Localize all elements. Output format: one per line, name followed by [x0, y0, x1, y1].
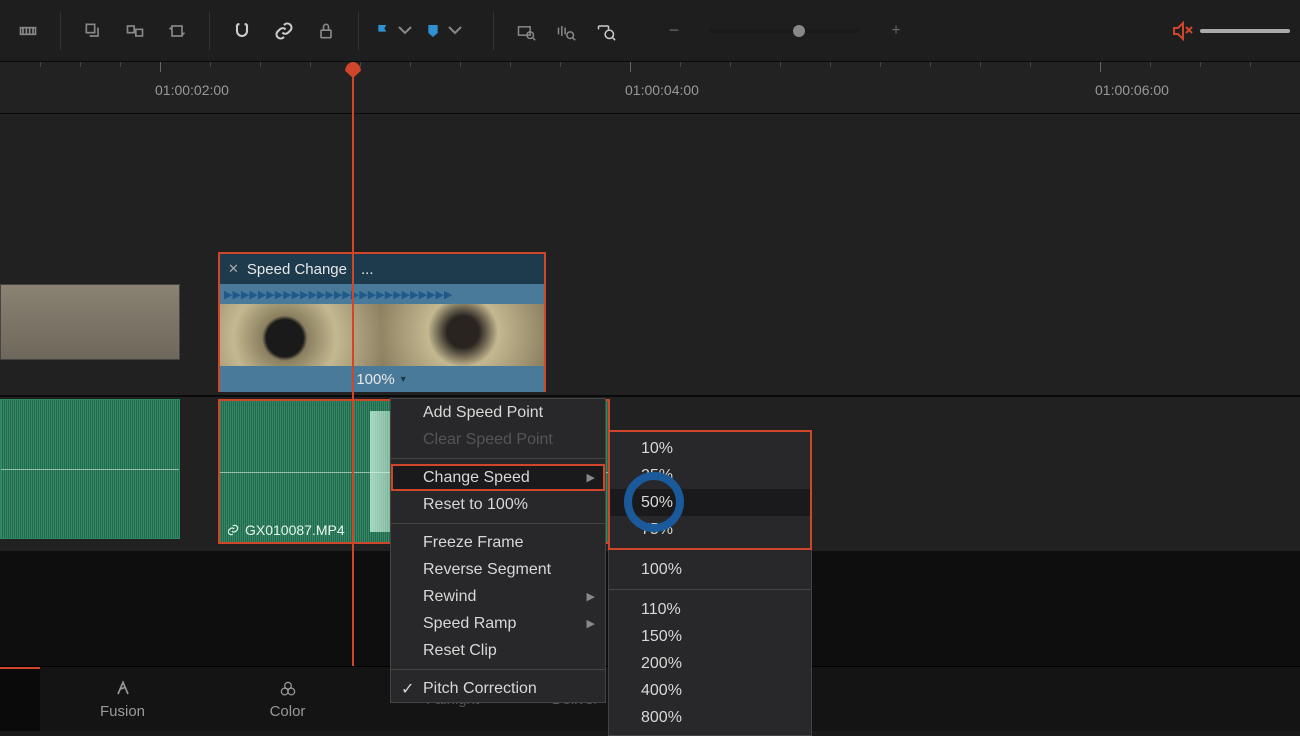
- zoom-out-icon[interactable]: −: [656, 13, 692, 49]
- lock-icon[interactable]: [308, 13, 344, 49]
- menu-add-speed-point[interactable]: Add Speed Point: [391, 399, 605, 426]
- mute-button[interactable]: [1170, 19, 1290, 43]
- video-clip-left[interactable]: [0, 284, 180, 360]
- stacked-icon[interactable]: [75, 13, 111, 49]
- speed-110[interactable]: 110%: [609, 596, 811, 623]
- marker-icon[interactable]: [423, 13, 467, 49]
- menu-change-speed[interactable]: Change Speed▶: [391, 464, 605, 491]
- zoom-slider[interactable]: [710, 29, 860, 33]
- ruler-tick: 01:00:04:00: [625, 82, 699, 98]
- menu-freeze-frame[interactable]: Freeze Frame: [391, 529, 605, 556]
- timeline-options-icon[interactable]: [10, 13, 46, 49]
- flag-icon[interactable]: [373, 13, 417, 49]
- tab-color[interactable]: Color: [205, 667, 370, 731]
- zoom-full-icon[interactable]: [508, 13, 544, 49]
- retime-context-menu: Add Speed Point Clear Speed Point Change…: [390, 398, 606, 703]
- audio-clip-left[interactable]: [0, 399, 180, 539]
- menu-pitch-correction[interactable]: ✓ Pitch Correction: [391, 675, 605, 702]
- zoom-custom-icon[interactable]: [588, 13, 624, 49]
- speed-10[interactable]: 10%: [609, 435, 811, 462]
- snap-icon[interactable]: [224, 13, 260, 49]
- tab-fusion[interactable]: Fusion: [40, 667, 205, 731]
- speed-25[interactable]: 25%: [609, 462, 811, 489]
- menu-reset-100[interactable]: Reset to 100%: [391, 491, 605, 518]
- ruler-tick: 01:00:06:00: [1095, 82, 1169, 98]
- chevron-right-icon: ▶: [587, 471, 595, 484]
- video-clip-speed[interactable]: ✕ Speed Change ... ▶▶▶▶▶▶▶▶▶▶▶▶▶▶▶▶▶▶▶▶▶…: [218, 252, 546, 392]
- playhead[interactable]: [352, 62, 354, 666]
- menu-reverse-segment[interactable]: Reverse Segment: [391, 556, 605, 583]
- dual-icon[interactable]: [117, 13, 153, 49]
- zoom-in-icon[interactable]: +: [878, 13, 914, 49]
- clip-header: ✕ Speed Change ...: [220, 254, 544, 284]
- chevron-right-icon: ▶: [587, 590, 595, 603]
- chevron-right-icon: ▶: [587, 617, 595, 630]
- change-speed-submenu: 10% 25% 50% 75% 100% 110% 150% 200% 400%…: [608, 430, 812, 736]
- timeline-ruler[interactable]: 01:00:02:00 01:00:04:00 01:00:06:00: [0, 62, 1300, 114]
- close-icon[interactable]: ✕: [228, 261, 239, 277]
- menu-reset-clip[interactable]: Reset Clip: [391, 637, 605, 664]
- speed-50[interactable]: 50%: [609, 489, 811, 516]
- clip-title-ellipsis: ...: [361, 261, 374, 278]
- retime-arrows: ▶▶▶▶▶▶▶▶▶▶▶▶▶▶▶▶▶▶▶▶▶▶▶▶▶▶▶: [220, 284, 544, 304]
- menu-clear-speed-point: Clear Speed Point: [391, 426, 605, 453]
- clip-title: Speed Change: [247, 261, 347, 278]
- swap-icon[interactable]: [159, 13, 195, 49]
- speed-800[interactable]: 800%: [609, 704, 811, 731]
- zoom-thumb[interactable]: [793, 25, 805, 37]
- ruler-tick: 01:00:02:00: [155, 82, 229, 98]
- speed-150[interactable]: 150%: [609, 623, 811, 650]
- check-icon: ✓: [401, 679, 414, 699]
- chevron-down-icon: ▼: [399, 374, 408, 384]
- link-icon[interactable]: [266, 13, 302, 49]
- clip-thumbnails: [220, 304, 544, 366]
- volume-slider[interactable]: [1200, 29, 1290, 33]
- clip-speed-footer[interactable]: 100% ▼: [220, 366, 544, 392]
- speed-200[interactable]: 200%: [609, 650, 811, 677]
- speed-75[interactable]: 75%: [609, 516, 811, 543]
- speed-400[interactable]: 400%: [609, 677, 811, 704]
- menu-speed-ramp[interactable]: Speed Ramp▶: [391, 610, 605, 637]
- menu-rewind[interactable]: Rewind▶: [391, 583, 605, 610]
- toolbar: − +: [0, 0, 1300, 62]
- speed-100[interactable]: 100%: [609, 556, 811, 583]
- clip-speed-label: 100%: [356, 371, 394, 388]
- zoom-group: [508, 13, 624, 49]
- zoom-detail-icon[interactable]: [548, 13, 584, 49]
- audio-filename: GX010087.MP4: [226, 522, 345, 538]
